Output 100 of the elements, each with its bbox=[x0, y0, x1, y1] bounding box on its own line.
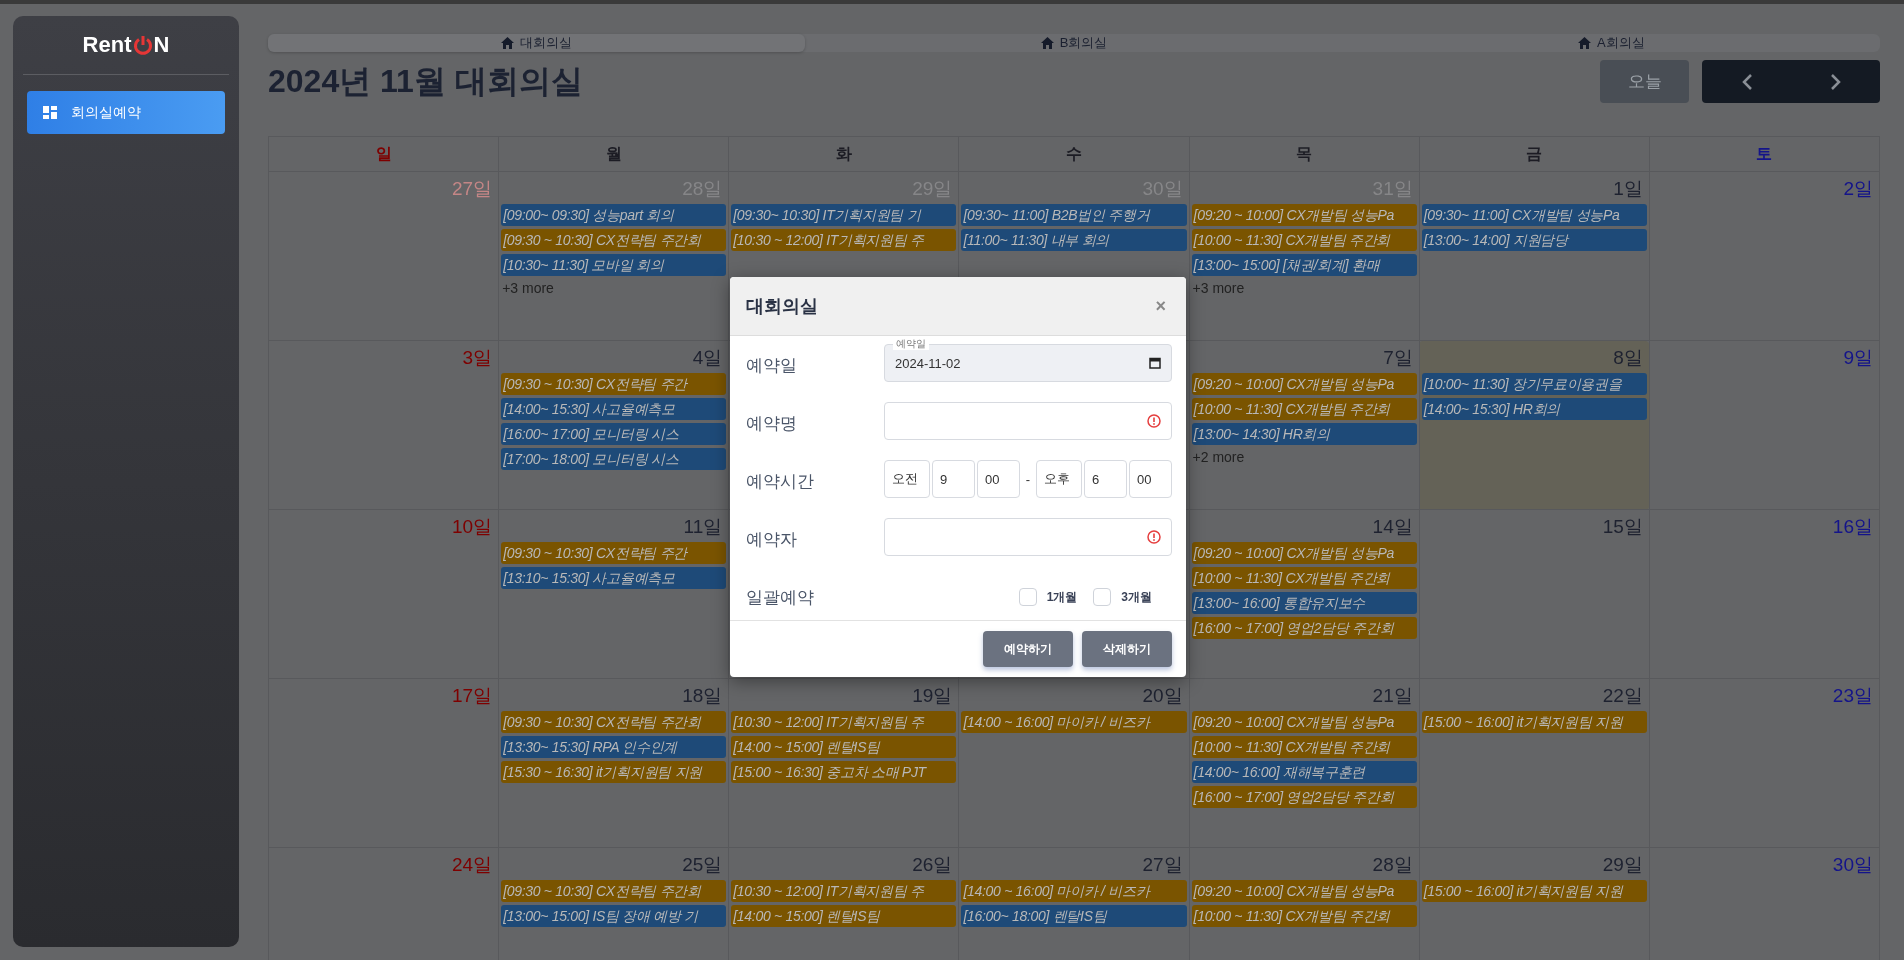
event-bar[interactable]: [09:30 ~ 10:30] CX전략팀 주간회 bbox=[501, 880, 727, 902]
day-cell[interactable]: 9일 bbox=[1649, 340, 1880, 510]
today-button[interactable]: 오늘 bbox=[1600, 60, 1689, 103]
event-bar[interactable]: [14:00 ~ 15:00] 렌탈IS팀 bbox=[731, 905, 957, 927]
event-bar[interactable]: [09:00~ 09:30] 성능part 회의 bbox=[501, 204, 727, 226]
event-bar[interactable]: [10:00 ~ 11:30] CX개발팀 주간회 bbox=[1191, 736, 1417, 758]
event-bar[interactable]: [10:30 ~ 12:00] IT기획지원팀 주 bbox=[731, 711, 957, 733]
text-field[interactable] bbox=[884, 402, 1172, 440]
close-button[interactable]: × bbox=[1151, 295, 1170, 317]
day-cell[interactable]: 17일 bbox=[268, 678, 499, 848]
period-select[interactable]: 오후 bbox=[1036, 460, 1082, 498]
event-bar[interactable]: [14:00 ~ 15:00] 렌탈IS팀 bbox=[731, 736, 957, 758]
room-tab[interactable]: B회의실 bbox=[805, 34, 1343, 52]
event-bar[interactable]: [14:00 ~ 16:00] 마이카 / 비즈카 bbox=[961, 711, 1187, 733]
event-bar[interactable]: [14:00~ 15:30] HR회의 bbox=[1421, 398, 1647, 420]
event-bar[interactable]: [13:00~ 15:00] [채권/회계] 환매 bbox=[1191, 254, 1417, 276]
event-bar[interactable]: [09:20 ~ 10:00] CX개발팀 성능Pa bbox=[1191, 880, 1417, 902]
event-bar[interactable]: [10:00~ 11:30] 장기무료이용권을 bbox=[1421, 373, 1647, 395]
day-cell[interactable]: 26일 [10:30 ~ 12:00] IT기획지원팀 주 [14:00 ~ 15:00] 렌탈IS팀 bbox=[728, 847, 959, 960]
calendar-icon[interactable] bbox=[1149, 357, 1161, 369]
event-bar[interactable]: [13:30~ 15:30] RPA 인수인계 bbox=[501, 736, 727, 758]
event-bar[interactable]: [09:30~ 11:00] CX개발팀 성능Pa bbox=[1421, 204, 1647, 226]
event-bar[interactable]: [13:00~ 16:00] 통합유지보수 bbox=[1191, 592, 1417, 614]
event-bar[interactable]: [09:30 ~ 10:30] CX전략팀 주간회 bbox=[501, 711, 727, 733]
event-bar[interactable]: [09:30~ 10:30] IT기획지원팀 기 bbox=[731, 204, 957, 226]
event-bar[interactable]: [13:00~ 14:00] 지원담당 bbox=[1421, 229, 1647, 251]
event-bar[interactable]: [09:20 ~ 10:00] CX개발팀 성능Pa bbox=[1191, 373, 1417, 395]
checkbox[interactable] bbox=[1093, 588, 1112, 606]
day-cell[interactable]: 27일 bbox=[268, 171, 499, 341]
period-select[interactable]: 오전 bbox=[884, 460, 930, 498]
event-bar[interactable]: [10:30 ~ 12:00] IT기획지원팀 주 bbox=[731, 229, 957, 251]
room-tab[interactable]: 대회의실 bbox=[268, 34, 806, 52]
event-bar[interactable]: [15:00 ~ 16:00] it기획지원팀 지원 bbox=[1421, 880, 1647, 902]
event-bar[interactable]: [10:00 ~ 11:30] CX개발팀 주간회 bbox=[1191, 398, 1417, 420]
event-bar[interactable]: [16:00 ~ 17:00] 영업2담당 주간회 bbox=[1191, 617, 1417, 639]
day-cell[interactable]: 2일 bbox=[1649, 171, 1880, 341]
event-bar[interactable]: [09:30 ~ 10:30] CX전략팀 주간 bbox=[501, 542, 727, 564]
day-cell[interactable]: 22일 [15:00 ~ 16:00] it기획지원팀 지원 bbox=[1419, 678, 1650, 848]
event-bar[interactable]: [16:00~ 17:00] 모니터링 시스 bbox=[501, 423, 727, 445]
day-cell[interactable]: 19일 [10:30 ~ 12:00] IT기획지원팀 주 [14:00 ~ 15:00] 렌탈IS팀 [15:00 ~ 16:30] 중고차 소매 PJT bbox=[728, 678, 959, 848]
event-bar[interactable]: [10:00 ~ 11:30] CX개발팀 주간회 bbox=[1191, 229, 1417, 251]
hour-field[interactable]: 6 bbox=[1084, 460, 1127, 498]
text-field[interactable] bbox=[884, 518, 1172, 556]
event-bar[interactable]: [16:00~ 18:00] 렌탈IS팀 bbox=[961, 905, 1187, 927]
day-cell[interactable]: 7일 [09:20 ~ 10:00] CX개발팀 성능Pa [10:00 ~ 11:30] CX개발팀 주간회 [13:00~ 14:30] HR회의 +2 more bbox=[1189, 340, 1420, 510]
event-bar[interactable]: [15:00 ~ 16:00] it기획지원팀 지원 bbox=[1421, 711, 1647, 733]
event-bar[interactable]: [13:00~ 15:00] IS팀 장애 예방 기 bbox=[501, 905, 727, 927]
day-cell[interactable]: 15일 bbox=[1419, 509, 1650, 679]
checkbox[interactable] bbox=[1018, 588, 1037, 606]
day-cell[interactable]: 14일 [09:20 ~ 10:00] CX개발팀 성능Pa [10:00 ~ 11:30] CX개발팀 주간회 [13:00~ 16:00] 통합유지보수 [16:00 ~ 17:00] 영업2담당 주간회 bbox=[1189, 509, 1420, 679]
event-bar[interactable]: [15:00 ~ 16:30] 중고차 소매 PJT bbox=[731, 761, 957, 783]
weekday-header: 월 bbox=[498, 136, 729, 172]
event-bar[interactable]: [09:20 ~ 10:00] CX개발팀 성능Pa bbox=[1191, 542, 1417, 564]
event-bar[interactable]: [09:20 ~ 10:00] CX개발팀 성능Pa bbox=[1191, 711, 1417, 733]
event-bar[interactable]: [09:30~ 11:00] B2B법인 주행거 bbox=[961, 204, 1187, 226]
event-bar[interactable]: [14:00~ 16:00] 재해복구훈련 bbox=[1191, 761, 1417, 783]
event-bar[interactable]: [10:00 ~ 11:30] CX개발팀 주간회 bbox=[1191, 905, 1417, 927]
day-cell[interactable]: 29일 [15:00 ~ 16:00] it기획지원팀 지원 bbox=[1419, 847, 1650, 960]
event-bar[interactable]: [16:00 ~ 17:00] 영업2담당 주간회 bbox=[1191, 786, 1417, 808]
day-cell[interactable]: 10일 bbox=[268, 509, 499, 679]
event-bar[interactable]: [15:30 ~ 16:30] it기획지원팀 지원 bbox=[501, 761, 727, 783]
date-number: 10일 bbox=[451, 515, 494, 539]
minute-field[interactable]: 00 bbox=[1129, 460, 1172, 498]
day-cell[interactable]: 23일 bbox=[1649, 678, 1880, 848]
day-cell[interactable]: 21일 [09:20 ~ 10:00] CX개발팀 성능Pa [10:00 ~ 11:30] CX개발팀 주간회 [14:00~ 16:00] 재해복구훈련 [16:00 ~ 17:00] 영업2담당 주간회 bbox=[1189, 678, 1420, 848]
hour-field[interactable]: 9 bbox=[932, 460, 975, 498]
day-cell[interactable]: 3일 bbox=[268, 340, 499, 510]
event-bar[interactable]: [09:30 ~ 10:30] CX전략팀 주간 bbox=[501, 373, 727, 395]
day-cell[interactable]: 18일 [09:30 ~ 10:30] CX전략팀 주간회 [13:30~ 15:30] RPA 인수인계 [15:30 ~ 16:30] it기획지원팀 지원 bbox=[498, 678, 729, 848]
dialog-button[interactable]: 예약하기 bbox=[983, 631, 1073, 667]
field-label: 예약명 bbox=[746, 413, 798, 435]
day-cell[interactable]: 25일 [09:30 ~ 10:30] CX전략팀 주간회 [13:00~ 15:00] IS팀 장애 예방 기 bbox=[498, 847, 729, 960]
event-bar[interactable]: [11:00~ 11:30] 내부 회의 bbox=[961, 229, 1187, 251]
day-cell[interactable]: 27일 [14:00 ~ 16:00] 마이카 / 비즈카 [16:00~ 18:00] 렌탈IS팀 bbox=[958, 847, 1190, 960]
day-cell[interactable]: 20일 [14:00 ~ 16:00] 마이카 / 비즈카 bbox=[958, 678, 1190, 848]
dialog-button[interactable]: 삭제하기 bbox=[1082, 631, 1172, 667]
event-bar[interactable]: [17:00~ 18:00] 모니터링 시스 bbox=[501, 448, 727, 470]
more-link[interactable]: +3 more bbox=[502, 280, 726, 296]
logo-text: N bbox=[153, 32, 170, 58]
event-bar[interactable]: [09:30 ~ 10:30] CX전략팀 주간회 bbox=[501, 229, 727, 251]
day-cell[interactable]: 4일 [09:30 ~ 10:30] CX전략팀 주간 [14:00~ 15:30] 사고율예측모 [16:00~ 17:00] 모니터링 시스 [17:00~ 18:00] 모니터링 시스 bbox=[498, 340, 729, 510]
event-bar[interactable]: [09:20 ~ 10:00] CX개발팀 성능Pa bbox=[1191, 204, 1417, 226]
today-cell[interactable]: 8일 [10:00~ 11:30] 장기무료이용권을 [14:00~ 15:30] HR회의 bbox=[1419, 340, 1650, 510]
event-bar[interactable]: [13:10~ 15:30] 사고율예측모 bbox=[501, 567, 727, 589]
event-bar[interactable]: [14:00 ~ 16:00] 마이카 / 비즈카 bbox=[961, 880, 1187, 902]
more-link[interactable]: +2 more bbox=[1192, 449, 1416, 465]
event-bar[interactable]: [14:00~ 15:30] 사고율예측모 bbox=[501, 398, 727, 420]
sidebar-item[interactable]: 회의실예약 bbox=[27, 91, 225, 134]
event-bar[interactable]: [10:30~ 11:30] 모바일 회의 bbox=[501, 254, 727, 276]
day-cell[interactable]: 16일 bbox=[1649, 509, 1880, 679]
day-cell[interactable]: 28일 [09:20 ~ 10:00] CX개발팀 성능Pa [10:00 ~ 11:30] CX개발팀 주간회 bbox=[1189, 847, 1420, 960]
room-tab[interactable]: A회의실 bbox=[1342, 34, 1880, 52]
event-bar[interactable]: [13:00~ 14:30] HR회의 bbox=[1191, 423, 1417, 445]
day-cell[interactable]: 24일 bbox=[268, 847, 499, 960]
day-cell[interactable]: 11일 [09:30 ~ 10:30] CX전략팀 주간 [13:10~ 15:30] 사고율예측모 bbox=[498, 509, 729, 679]
day-cell[interactable]: 1일 [09:30~ 11:00] CX개발팀 성능Pa [13:00~ 14:00] 지원담당 bbox=[1419, 171, 1650, 341]
event-bar[interactable]: [10:30 ~ 12:00] IT기획지원팀 주 bbox=[731, 880, 957, 902]
event-bar[interactable]: [10:00 ~ 11:30] CX개발팀 주간회 bbox=[1191, 567, 1417, 589]
more-link[interactable]: +3 more bbox=[1192, 280, 1416, 296]
minute-field[interactable]: 00 bbox=[977, 460, 1020, 498]
